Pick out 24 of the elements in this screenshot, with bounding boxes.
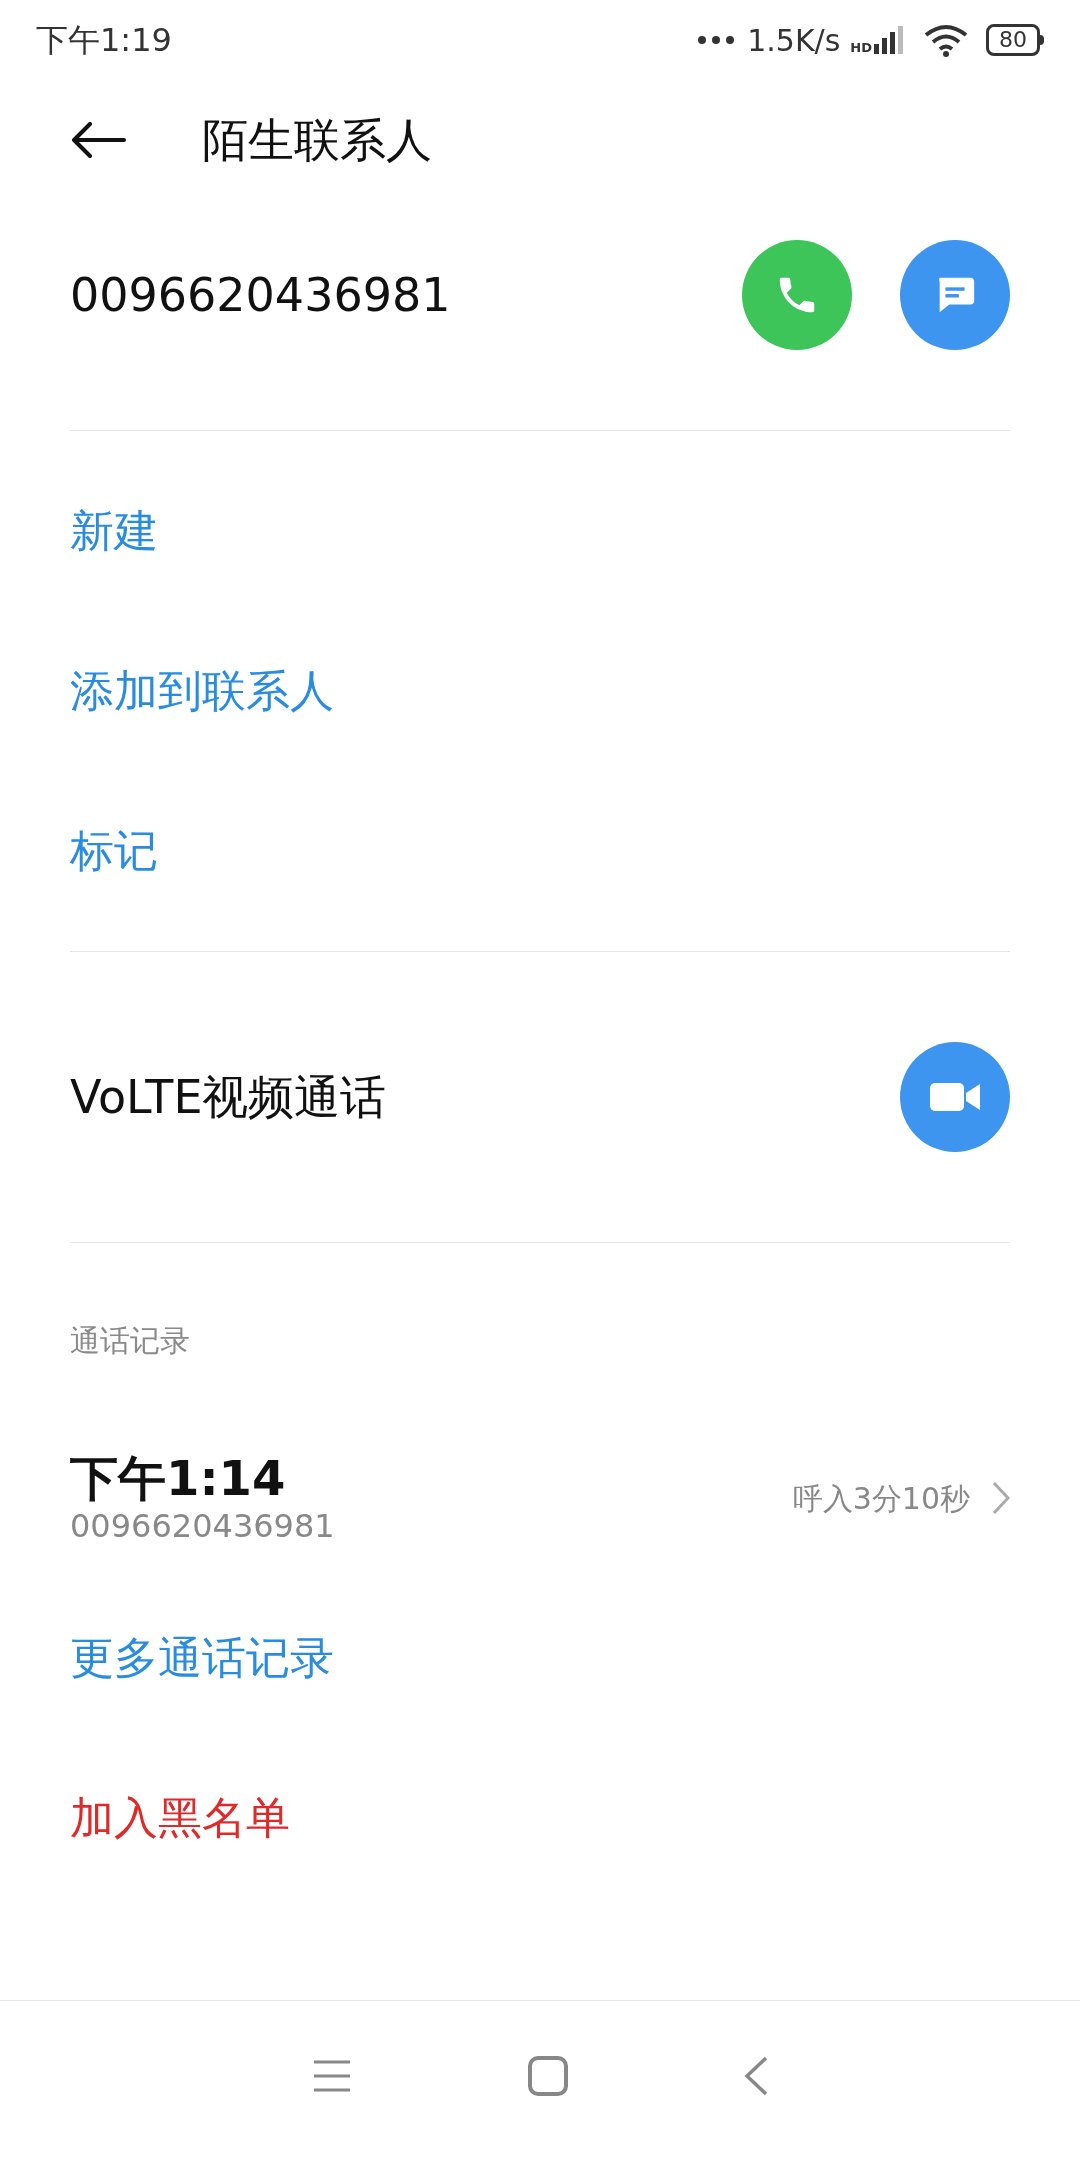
wifi-icon bbox=[924, 23, 968, 57]
network-type: HD bbox=[850, 41, 872, 54]
status-time: 下午1:19 bbox=[36, 20, 172, 61]
action-link[interactable]: 添加到联系人 bbox=[70, 658, 334, 724]
page-title: 陌生联系人 bbox=[202, 111, 432, 169]
menu-icon[interactable] bbox=[312, 2058, 352, 2093]
phone-number: 0096620436981 bbox=[70, 266, 451, 324]
section-heading: 通话记录 bbox=[70, 1322, 190, 1360]
action-link[interactable]: 标记 bbox=[70, 818, 158, 884]
home-square-icon[interactable] bbox=[528, 2055, 568, 2096]
action-link[interactable]: 更多通话记录 bbox=[70, 1625, 334, 1691]
call-number: 0096620436981 bbox=[70, 1506, 335, 1546]
video-camera-icon bbox=[930, 1080, 980, 1114]
chevron-right-icon[interactable] bbox=[992, 1481, 1010, 1515]
action-link[interactable]: 加入黑名单 bbox=[70, 1785, 290, 1851]
back-chevron-icon[interactable] bbox=[744, 2055, 768, 2096]
signal-icon bbox=[874, 26, 904, 54]
battery-level: 80 bbox=[986, 24, 1040, 56]
back-arrow-icon[interactable] bbox=[70, 122, 126, 158]
video-call-label: VoLTE视频通话 bbox=[70, 1068, 387, 1126]
network-speed: 1.5K/s bbox=[747, 21, 841, 60]
call-detail: 呼入3分10秒 bbox=[792, 1479, 970, 1518]
call-time: 下午1:14 bbox=[70, 1450, 287, 1506]
action-link[interactable]: 新建 bbox=[70, 498, 158, 564]
